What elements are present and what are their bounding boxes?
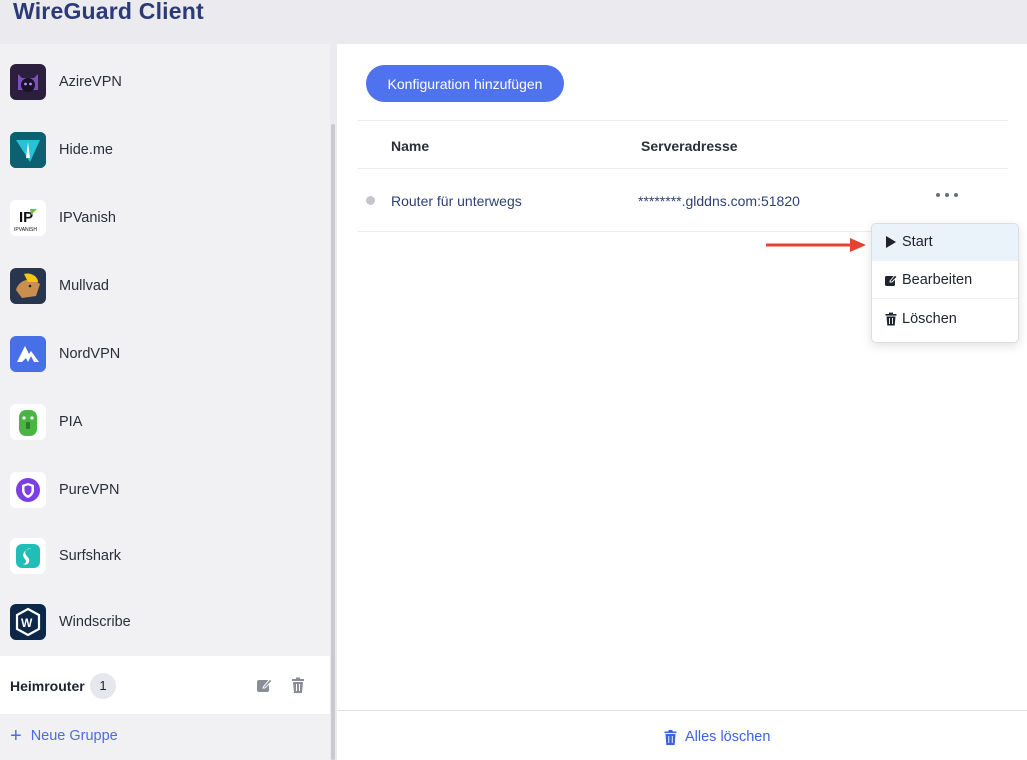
sidebar-item-surfshark[interactable]: Surfshark bbox=[0, 526, 330, 586]
plus-icon: + bbox=[10, 725, 22, 747]
footer-bar: Alles löschen bbox=[337, 710, 1027, 760]
svg-text:W: W bbox=[21, 616, 33, 630]
menu-item-edit[interactable]: Bearbeiten bbox=[872, 262, 1018, 299]
sidebar-item-purevpn[interactable]: PureVPN bbox=[0, 460, 330, 520]
sidebar-item-mullvad[interactable]: Mullvad bbox=[0, 256, 330, 316]
pia-logo-icon bbox=[10, 404, 46, 440]
new-group-button[interactable]: + Neue Gruppe bbox=[10, 725, 118, 747]
mullvad-logo-icon bbox=[10, 268, 46, 304]
sidebar-item-nordvpn[interactable]: NordVPN bbox=[0, 324, 330, 384]
sidebar-item-label: Surfshark bbox=[59, 548, 122, 564]
sidebar: AzireVPN Hide.me IP IPVANISH IPVanish Mu… bbox=[0, 44, 335, 760]
windscribe-logo-icon: W bbox=[10, 604, 46, 640]
hideme-logo-icon bbox=[10, 132, 46, 168]
context-menu: Start Bearbeiten Löschen bbox=[871, 223, 1019, 343]
sidebar-item-label: Mullvad bbox=[59, 278, 109, 294]
sidebar-item-label: IPVanish bbox=[59, 210, 116, 226]
sidebar-item-label: PureVPN bbox=[59, 482, 120, 498]
sidebar-item-pia[interactable]: PIA bbox=[0, 392, 330, 452]
menu-item-delete[interactable]: Löschen bbox=[872, 300, 1018, 337]
trash-icon bbox=[884, 312, 898, 326]
sidebar-item-label: NordVPN bbox=[59, 346, 121, 362]
add-configuration-button[interactable]: Konfiguration hinzufügen bbox=[366, 65, 564, 102]
more-options-icon[interactable] bbox=[936, 187, 958, 203]
ipvanish-logo-icon: IP IPVANISH bbox=[10, 200, 46, 236]
new-group-label: Neue Gruppe bbox=[30, 728, 118, 744]
sidebar-item-label: AzireVPN bbox=[59, 74, 122, 90]
svg-text:IPVANISH: IPVANISH bbox=[14, 227, 37, 233]
clear-all-button[interactable]: Alles löschen bbox=[664, 729, 770, 745]
sidebar-item-label: PIA bbox=[59, 414, 83, 430]
red-arrow-annotation bbox=[766, 238, 866, 252]
config-table: Name Serveradresse Router für unterwegs … bbox=[358, 120, 1008, 232]
clear-all-label: Alles löschen bbox=[685, 729, 771, 745]
edit-icon[interactable] bbox=[255, 676, 273, 694]
trash-icon[interactable] bbox=[289, 676, 307, 694]
nordvpn-logo-icon bbox=[10, 336, 46, 372]
surfshark-logo-icon bbox=[10, 538, 46, 574]
purevpn-logo-icon bbox=[10, 472, 46, 508]
config-name: Router für unterwegs bbox=[391, 193, 522, 209]
sidebar-item-label: Windscribe bbox=[59, 614, 131, 630]
play-icon bbox=[884, 235, 898, 249]
group-name: Heimrouter bbox=[10, 678, 85, 694]
azirevpn-logo-icon bbox=[10, 64, 46, 100]
sidebar-item-windscribe[interactable]: W Windscribe bbox=[0, 592, 330, 652]
status-indicator bbox=[366, 196, 375, 205]
sidebar-item-label: Hide.me bbox=[59, 142, 113, 158]
menu-item-label: Bearbeiten bbox=[902, 272, 973, 288]
column-header-name: Name bbox=[391, 138, 430, 154]
group-row-heimrouter[interactable]: Heimrouter 1 bbox=[0, 656, 330, 714]
menu-item-start[interactable]: Start bbox=[872, 224, 1018, 261]
app-title: WireGuard Client bbox=[13, 0, 204, 24]
sidebar-item-hideme[interactable]: Hide.me bbox=[0, 120, 330, 180]
sidebar-item-azirevpn[interactable]: AzireVPN bbox=[0, 52, 330, 112]
edit-icon bbox=[884, 273, 898, 287]
main-panel: Konfiguration hinzufügen Name Serveradre… bbox=[337, 44, 1027, 760]
table-header: Name Serveradresse bbox=[358, 120, 1008, 169]
menu-item-label: Start bbox=[902, 234, 933, 250]
sidebar-item-ipvanish[interactable]: IP IPVANISH IPVanish bbox=[0, 188, 330, 248]
group-count-badge: 1 bbox=[90, 673, 116, 699]
trash-icon bbox=[664, 729, 677, 745]
server-address: ********.glddns.com:51820 bbox=[638, 193, 800, 209]
column-header-address: Serveradresse bbox=[641, 138, 738, 154]
menu-item-label: Löschen bbox=[902, 310, 957, 327]
sidebar-scrollbar[interactable] bbox=[331, 124, 335, 760]
